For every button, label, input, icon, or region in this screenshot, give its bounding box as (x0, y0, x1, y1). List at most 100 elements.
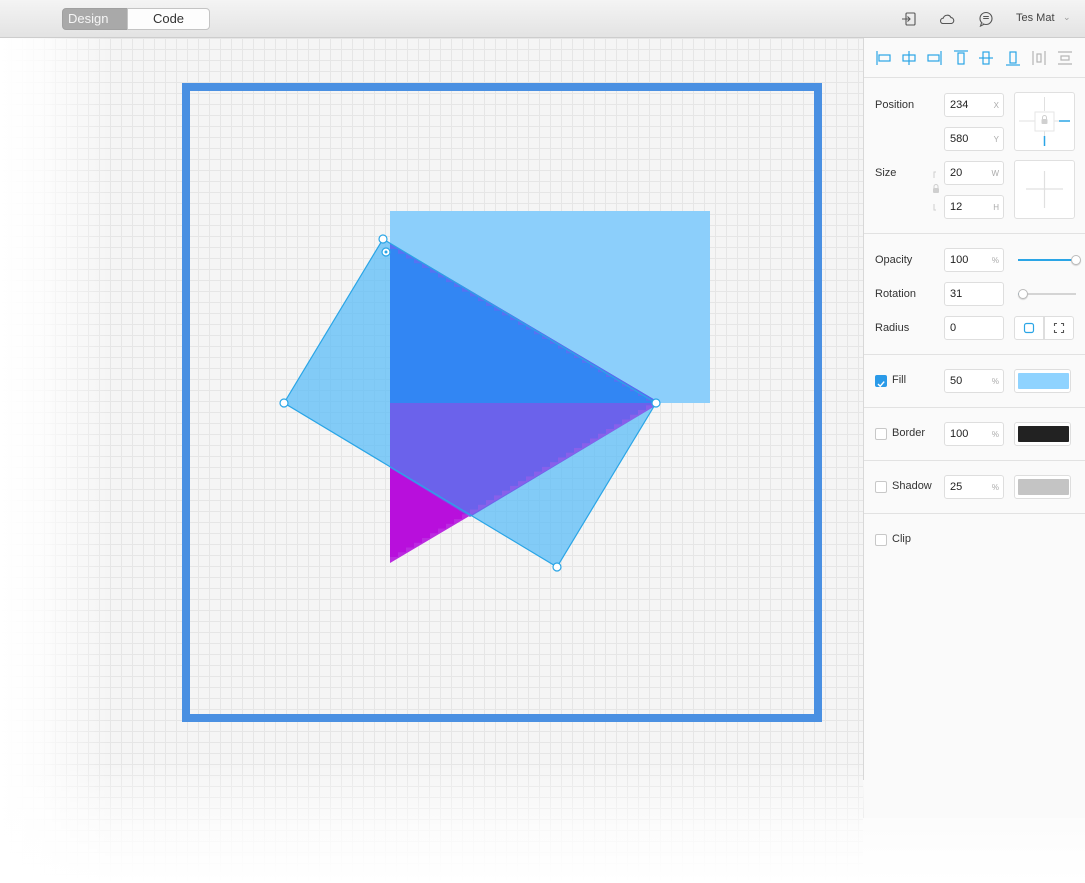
distribute-horizontal-icon[interactable] (1030, 49, 1048, 67)
comment-icon[interactable] (977, 10, 995, 28)
opacity-slider-knob[interactable] (1071, 255, 1081, 265)
checkmark-icon (877, 381, 885, 388)
design-canvas[interactable] (0, 38, 863, 883)
resize-handle[interactable] (279, 398, 289, 408)
divider (864, 233, 1085, 234)
constraints-icon (1019, 97, 1070, 146)
edge-pixel (446, 523, 454, 532)
inspector-fade (863, 780, 1085, 883)
align-middle-vertical-icon[interactable] (977, 49, 995, 67)
resizing-widget[interactable] (1014, 160, 1075, 219)
radius-uniform-button[interactable] (1014, 316, 1044, 340)
w-unit-label: W (991, 169, 999, 178)
position-x-value: 234 (950, 99, 969, 111)
align-right-icon[interactable] (925, 49, 943, 67)
border-label: Border (892, 427, 926, 439)
canvas-fade-left (0, 38, 110, 883)
x-unit-label: X (993, 101, 999, 110)
tab-code[interactable]: Code (127, 8, 210, 30)
shadow-opacity-value: 25 (950, 481, 963, 493)
divider (864, 513, 1085, 514)
rotation-value: 31 (950, 288, 963, 300)
border-opacity-field[interactable]: 100 % (944, 422, 1004, 446)
app-window: Design Code Tes Mat ⌄ Position 234 X 580… (0, 0, 1085, 883)
fill-checkbox[interactable] (875, 375, 887, 388)
position-y-field[interactable]: 580 Y (944, 127, 1004, 151)
chevron-down-icon: ⌄ (1063, 12, 1071, 22)
opacity-slider-fill (1018, 259, 1076, 261)
export-icon[interactable] (900, 10, 918, 28)
radius-label: Radius (875, 322, 910, 334)
align-left-icon[interactable] (875, 49, 893, 67)
canvas-shapes (279, 211, 710, 572)
resize-handle[interactable] (651, 398, 661, 408)
align-center-horizontal-icon[interactable] (900, 49, 918, 67)
rotation-handle-dot (384, 250, 388, 254)
border-checkbox[interactable] (875, 428, 887, 440)
divider (864, 407, 1085, 408)
radius-value: 0 (950, 322, 957, 334)
opacity-value: 100 (950, 254, 969, 266)
edge-pixel (430, 533, 438, 542)
opacity-label: Opacity (875, 254, 913, 266)
percent-unit-label: % (991, 430, 999, 439)
edge-pixel (414, 542, 422, 551)
constraints-widget[interactable] (1014, 92, 1075, 151)
edge-pixel (398, 552, 406, 561)
percent-unit-label: % (991, 256, 999, 265)
size-height-field[interactable]: 12 H (944, 195, 1004, 219)
size-height-value: 12 (950, 201, 963, 213)
fill-color-swatch (1018, 373, 1069, 389)
edge-pixel (454, 519, 462, 528)
y-unit-label: Y (993, 135, 999, 144)
inspector-panel: Position 234 X 580 Y Size 20 W 12 H Opac… (863, 38, 1085, 818)
border-color-swatch (1018, 426, 1069, 442)
distribute-vertical-icon[interactable] (1056, 49, 1074, 67)
shadow-checkbox[interactable] (875, 481, 887, 493)
align-top-icon[interactable] (952, 49, 970, 67)
opacity-field[interactable]: 100 % (944, 248, 1004, 272)
rotation-field[interactable]: 31 (944, 282, 1004, 306)
cloud-icon[interactable] (938, 10, 956, 28)
h-unit-label: H (993, 203, 999, 212)
toolbar: Design Code Tes Mat ⌄ (0, 0, 1085, 38)
individual-radius-icon (1053, 322, 1065, 334)
user-menu[interactable]: Tes Mat (1016, 12, 1055, 24)
position-x-field[interactable]: 234 X (944, 93, 1004, 117)
resizing-icon (1026, 171, 1063, 208)
shadow-color-well[interactable] (1014, 475, 1071, 499)
size-width-field[interactable]: 20 W (944, 161, 1004, 185)
edge-pixel (406, 547, 414, 556)
radius-field[interactable]: 0 (944, 316, 1004, 340)
edge-pixel (422, 538, 430, 547)
divider (864, 460, 1085, 461)
tab-design[interactable]: Design (62, 8, 128, 30)
align-bottom-icon[interactable] (1004, 49, 1022, 67)
percent-unit-label: % (991, 377, 999, 386)
rotation-slider-knob[interactable] (1018, 289, 1028, 299)
percent-unit-label: % (991, 483, 999, 492)
resize-handle[interactable] (378, 234, 388, 244)
radius-individual-button[interactable] (1044, 316, 1074, 340)
border-opacity-value: 100 (950, 428, 969, 440)
position-y-value: 580 (950, 133, 969, 145)
shadow-color-swatch (1018, 479, 1069, 495)
position-label: Position (875, 99, 915, 111)
border-color-well[interactable] (1014, 422, 1071, 446)
edge-pixel (438, 528, 446, 537)
clip-label: Clip (892, 533, 911, 545)
clip-checkbox[interactable] (875, 534, 887, 546)
edge-pixel (390, 557, 398, 563)
fill-color-well[interactable] (1014, 369, 1071, 393)
align-toolbar (864, 38, 1085, 78)
fill-label: Fill (892, 374, 907, 386)
fill-opacity-value: 50 (950, 375, 963, 387)
rotation-label: Rotation (875, 288, 916, 300)
shadow-opacity-field[interactable]: 25 % (944, 475, 1004, 499)
uniform-radius-icon (1023, 322, 1035, 334)
resize-handle[interactable] (552, 562, 562, 572)
divider (864, 354, 1085, 355)
edge-pixel (462, 514, 470, 523)
lock-aspect-icon[interactable] (932, 170, 942, 212)
fill-opacity-field[interactable]: 50 % (944, 369, 1004, 393)
